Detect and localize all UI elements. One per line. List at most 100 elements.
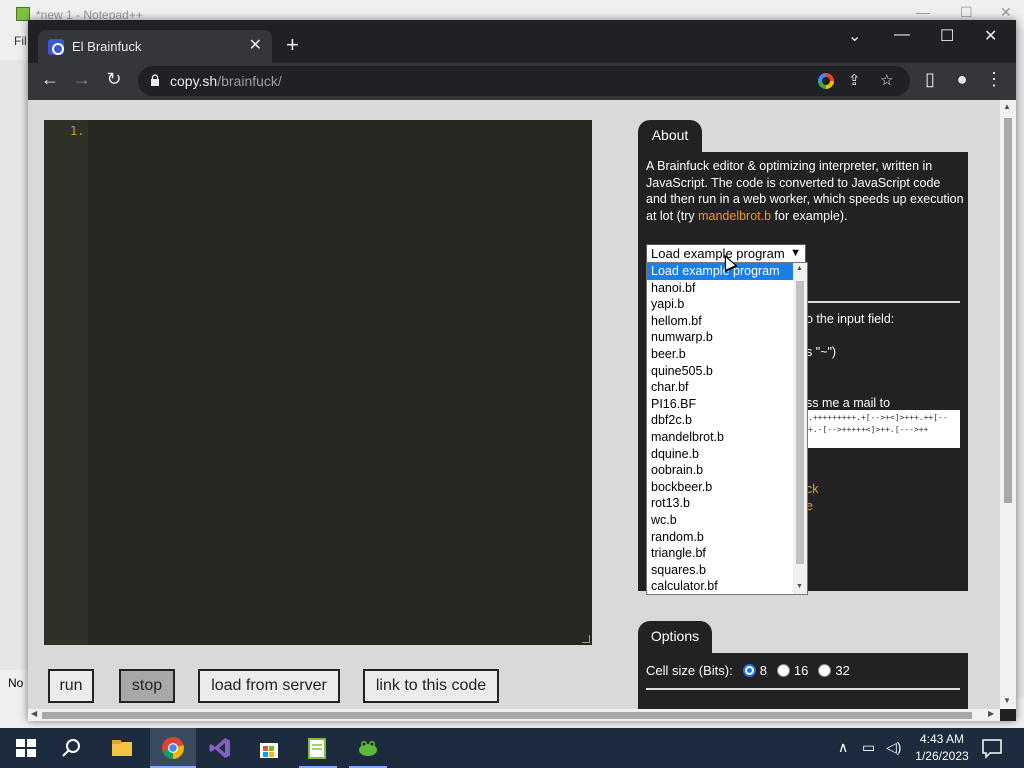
visual-studio-icon[interactable] [208, 736, 232, 760]
side-panel-icon[interactable]: ▯ [918, 69, 942, 90]
page-content: 1. run stop load from server link to thi… [28, 100, 1000, 709]
load-from-server-button[interactable]: load from server [198, 669, 340, 703]
notepad-minimize-icon[interactable]: — [916, 4, 930, 20]
dropdown-option[interactable]: char.bf [647, 379, 793, 396]
about-tab[interactable]: About [638, 120, 702, 152]
file-explorer-icon[interactable] [110, 736, 134, 760]
network-icon[interactable]: ▭ [862, 739, 875, 756]
tab-close-icon[interactable]: ✕ [249, 35, 262, 55]
dropdown-option[interactable]: quine505.b [647, 363, 793, 380]
notepad-menu-file[interactable]: Fil [14, 34, 27, 48]
mandelbrot-link[interactable]: mandelbrot.b [698, 209, 771, 223]
link-to-code-button[interactable]: link to this code [363, 669, 499, 703]
search-icon[interactable] [60, 736, 84, 760]
dropdown-scroll-thumb[interactable] [796, 281, 804, 564]
dropdown-scrollbar[interactable]: ▲ ▼ [793, 263, 807, 594]
windows-taskbar: ∧ ▭ ◁) 4:43 AM 1/26/2023 [0, 728, 1024, 768]
microsoft-store-icon[interactable] [257, 736, 281, 760]
code-line-2: +.-[-->+++++<]>++.[--->++ [808, 425, 929, 434]
window-close-icon[interactable]: ✕ [984, 26, 997, 46]
dropdown-option[interactable]: PI16.BF [647, 396, 793, 413]
tab-search-chevron-icon[interactable]: ⌄ [848, 26, 861, 46]
windows-start-icon[interactable] [14, 736, 38, 760]
browser-tab[interactable]: El Brainfuck ✕ [38, 30, 272, 63]
example-program-dropdown-list[interactable]: Load example program hanoi.bf yapi.b hellom… [646, 262, 808, 595]
about-text-after: for example). [771, 208, 848, 223]
dropdown-scroll-down-icon[interactable]: ▼ [796, 583, 803, 590]
share-icon[interactable]: ⇪ [848, 71, 861, 89]
code-line-1: .+++++++++.+[-->+<]>+++.++[-- [808, 413, 948, 422]
cell-size-label: Cell size (Bits): [646, 663, 733, 678]
scroll-thumb[interactable] [1004, 118, 1012, 503]
forward-arrow-icon[interactable]: → [70, 69, 94, 90]
bookmark-star-icon[interactable]: ☆ [880, 71, 893, 89]
dropdown-option[interactable]: Load example program [647, 263, 793, 280]
back-arrow-icon[interactable]: ← [38, 69, 62, 90]
lock-icon [151, 74, 159, 86]
dropdown-option[interactable]: random.b [647, 529, 793, 546]
window-maximize-icon[interactable]: ☐ [940, 26, 954, 46]
dropdown-option[interactable]: dquine.b [647, 446, 793, 463]
profile-avatar-icon[interactable]: ● [950, 69, 974, 90]
dropdown-option[interactable]: mandelbrot.b [647, 429, 793, 446]
notepad-icon [16, 7, 30, 21]
dropdown-option[interactable]: yapi.b [647, 296, 793, 313]
cell-size-16-radio[interactable] [776, 664, 790, 677]
stop-button[interactable]: stop [119, 669, 175, 703]
reload-icon[interactable]: ↻ [102, 69, 126, 90]
system-clock[interactable]: 4:43 AM 1/26/2023 [912, 731, 972, 765]
dropdown-option[interactable]: hanoi.bf [647, 280, 793, 297]
notifications-icon[interactable] [980, 736, 1004, 760]
dropdown-option[interactable]: bockbeer.b [647, 479, 793, 496]
scroll-right-icon[interactable]: ▶ [988, 709, 994, 718]
cell-size-32-radio[interactable] [818, 664, 832, 677]
notepad-close-icon[interactable]: ✕ [1000, 4, 1012, 21]
input-field-note: o the input field: [806, 312, 895, 326]
dropdown-option[interactable]: dbf2c.b [647, 412, 793, 429]
line-number: 1. [70, 124, 85, 138]
cell-size-8-radio[interactable] [742, 664, 756, 677]
google-lens-icon[interactable] [818, 73, 834, 89]
options-tab[interactable]: Options [638, 621, 712, 653]
frog-app-icon[interactable] [356, 736, 380, 760]
dropdown-option[interactable]: wc.b [647, 512, 793, 529]
tray-chevron-up-icon[interactable]: ∧ [838, 739, 848, 756]
editor-gutter: 1. [44, 120, 88, 645]
run-button[interactable]: run [48, 669, 94, 703]
dropdown-option[interactable]: triangle.bf [647, 545, 793, 562]
dropdown-scroll-up-icon[interactable]: ▲ [796, 265, 803, 272]
page-horizontal-scrollbar[interactable]: ◀ ▶ [28, 709, 1000, 721]
new-tab-icon[interactable]: + [286, 32, 299, 58]
dropdown-items: Load example program hanoi.bf yapi.b hellom… [647, 263, 807, 594]
dropdown-option[interactable]: hellom.bf [647, 313, 793, 330]
notepad-maximize-icon[interactable]: ☐ [960, 4, 973, 21]
url-path: /brainfuck/ [217, 73, 282, 89]
tab-title: El Brainfuck [72, 39, 142, 54]
dropdown-option[interactable]: oobrain.b [647, 462, 793, 479]
scroll-down-icon[interactable]: ▼ [1003, 696, 1011, 705]
about-description: A Brainfuck editor & optimizing interpre… [646, 158, 964, 224]
window-minimize-icon[interactable]: — [894, 26, 910, 44]
url-host: copy.sh [170, 73, 218, 89]
code-snippet-box: .+++++++++.+[-->+<]>+++.++[-- +.-[-->+++… [806, 410, 960, 448]
scroll-up-icon[interactable]: ▲ [1003, 102, 1011, 111]
dropdown-option[interactable]: squares.b [647, 562, 793, 579]
chrome-icon[interactable] [161, 736, 185, 760]
dropdown-option[interactable]: rot13.b [647, 495, 793, 512]
code-editor[interactable]: 1. [44, 120, 592, 645]
notepad-plus-plus-icon[interactable] [305, 736, 329, 760]
editor-resize-handle[interactable] [582, 635, 590, 643]
dropdown-option[interactable]: numwarp.b [647, 329, 793, 346]
volume-icon[interactable]: ◁) [886, 739, 901, 756]
dropdown-option[interactable]: beer.b [647, 346, 793, 363]
hscroll-thumb[interactable] [42, 712, 972, 719]
dropdown-option[interactable]: calculator.bf [647, 578, 793, 594]
cell-size-8-label: 8 [759, 663, 767, 678]
chrome-window: El Brainfuck ✕ + ⌄ — ☐ ✕ ← → ↻ copy.sh/b… [28, 20, 1016, 721]
chrome-menu-icon[interactable]: ⋮ [982, 69, 1006, 90]
address-bar[interactable]: copy.sh/brainfuck/ ⇪ ☆ [138, 66, 910, 96]
page-vertical-scrollbar[interactable]: ▲ ▼ [1000, 100, 1016, 709]
cell-size-row: Cell size (Bits): 8 16 32 [646, 663, 850, 678]
mail-note: ss me a mail to [806, 396, 891, 410]
scroll-left-icon[interactable]: ◀ [31, 709, 37, 718]
